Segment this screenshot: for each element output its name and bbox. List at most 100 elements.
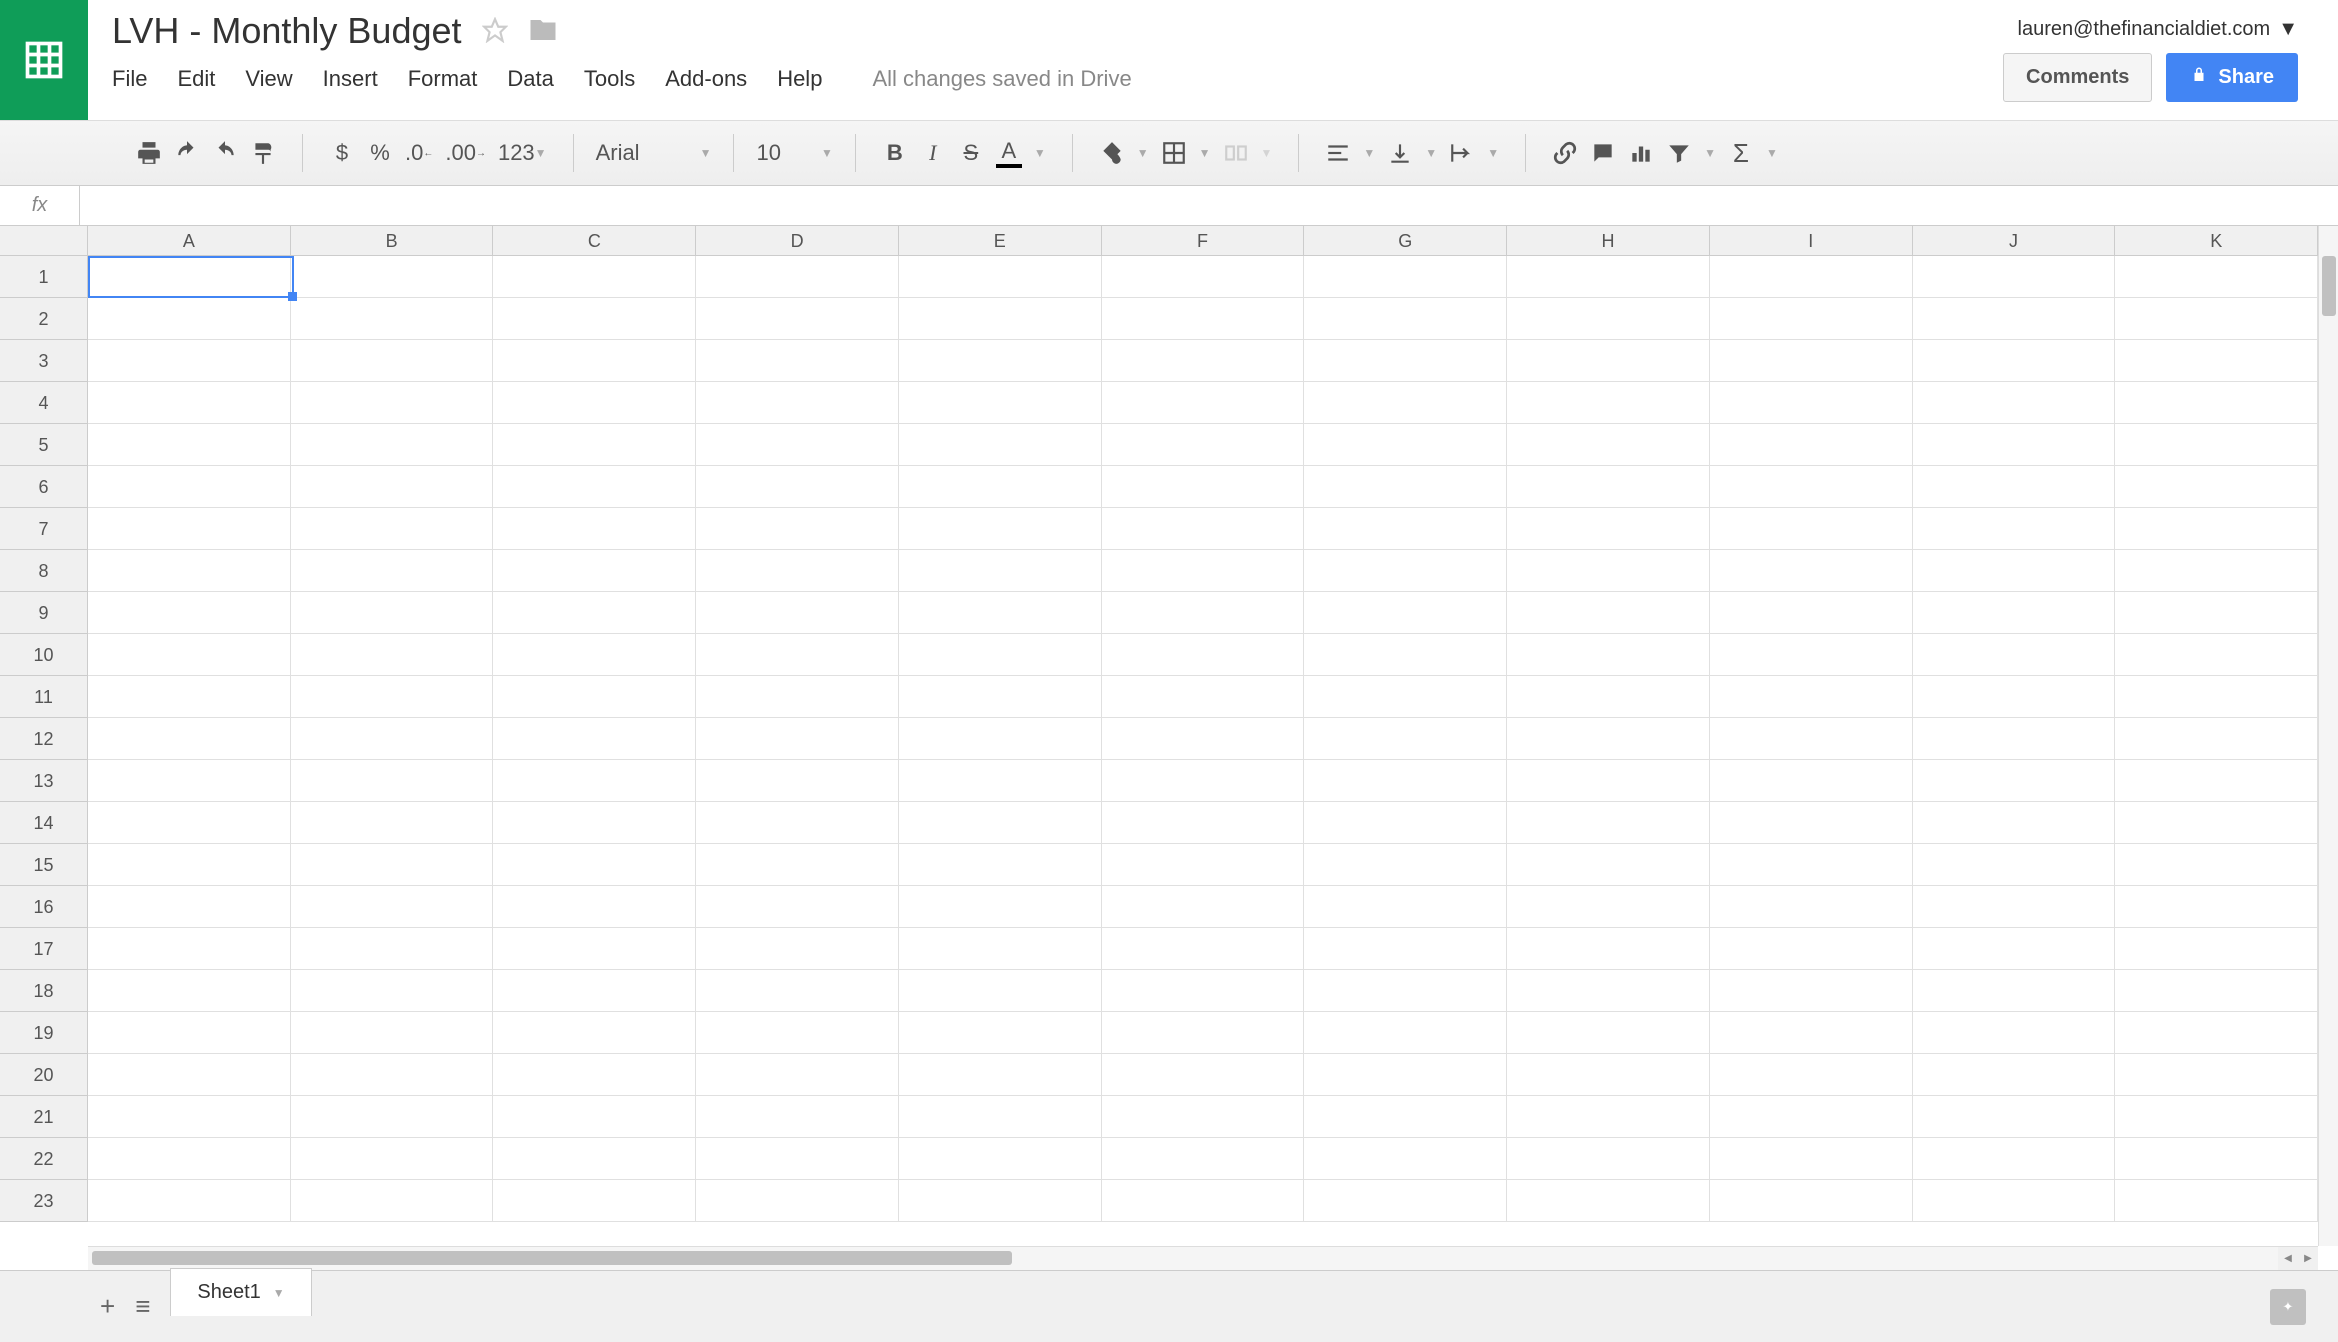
row-header[interactable]: 8: [0, 550, 87, 592]
cell[interactable]: [1710, 592, 1913, 634]
cell[interactable]: [696, 1054, 899, 1096]
folder-icon[interactable]: [528, 15, 558, 48]
cell[interactable]: [1507, 1012, 1710, 1054]
cell[interactable]: [88, 886, 291, 928]
cell[interactable]: [1710, 718, 1913, 760]
cell[interactable]: [2115, 424, 2318, 466]
row-header[interactable]: 11: [0, 676, 87, 718]
cell[interactable]: [2115, 802, 2318, 844]
add-sheet-button[interactable]: +: [100, 1291, 115, 1322]
row-header[interactable]: 20: [0, 1054, 87, 1096]
cell[interactable]: [1102, 1012, 1305, 1054]
cell[interactable]: [696, 382, 899, 424]
cell[interactable]: [1913, 928, 2116, 970]
cell[interactable]: [899, 508, 1102, 550]
cell[interactable]: [1304, 298, 1507, 340]
cell[interactable]: [291, 928, 494, 970]
cell[interactable]: [88, 256, 291, 298]
cell[interactable]: [493, 1096, 696, 1138]
cell[interactable]: [1913, 802, 2116, 844]
borders-dropdown-icon[interactable]: ▼: [1199, 146, 1211, 160]
cell[interactable]: [291, 550, 494, 592]
fill-dropdown-icon[interactable]: ▼: [1137, 146, 1149, 160]
cell[interactable]: [1102, 928, 1305, 970]
cell[interactable]: [1507, 970, 1710, 1012]
cell[interactable]: [493, 886, 696, 928]
cell[interactable]: [291, 298, 494, 340]
cell[interactable]: [291, 466, 494, 508]
row-header[interactable]: 17: [0, 928, 87, 970]
cell[interactable]: [2115, 550, 2318, 592]
cell[interactable]: [493, 340, 696, 382]
cell[interactable]: [1507, 340, 1710, 382]
cell[interactable]: [1304, 928, 1507, 970]
cell[interactable]: [1304, 634, 1507, 676]
cell[interactable]: [291, 760, 494, 802]
cell[interactable]: [1913, 844, 2116, 886]
row-header[interactable]: 9: [0, 592, 87, 634]
cell[interactable]: [1304, 340, 1507, 382]
cell[interactable]: [1507, 382, 1710, 424]
menu-format[interactable]: Format: [408, 66, 478, 92]
cell[interactable]: [2115, 298, 2318, 340]
cell[interactable]: [1507, 1180, 1710, 1222]
horizontal-scrollbar[interactable]: [88, 1246, 2278, 1270]
cell[interactable]: [493, 844, 696, 886]
cell[interactable]: [493, 718, 696, 760]
cell[interactable]: [291, 970, 494, 1012]
cell[interactable]: [493, 760, 696, 802]
cell[interactable]: [493, 802, 696, 844]
cell[interactable]: [1102, 970, 1305, 1012]
merge-cells-icon[interactable]: [1223, 138, 1249, 168]
cell[interactable]: [899, 802, 1102, 844]
cell[interactable]: [899, 550, 1102, 592]
paint-format-icon[interactable]: [250, 138, 276, 168]
cell[interactable]: [493, 508, 696, 550]
cell[interactable]: [899, 424, 1102, 466]
vscroll-thumb[interactable]: [2322, 256, 2336, 316]
cell[interactable]: [291, 1054, 494, 1096]
sheet-tab-dropdown-icon[interactable]: ▼: [273, 1286, 285, 1300]
user-account[interactable]: lauren@thefinancialdiet.com ▼: [2018, 18, 2298, 41]
cell[interactable]: [2115, 1054, 2318, 1096]
bold-button[interactable]: B: [882, 138, 908, 168]
cell[interactable]: [1913, 1054, 2116, 1096]
cell[interactable]: [291, 1012, 494, 1054]
text-color-button[interactable]: A: [996, 138, 1022, 168]
cell[interactable]: [1710, 550, 1913, 592]
row-header[interactable]: 22: [0, 1138, 87, 1180]
row-header[interactable]: 18: [0, 970, 87, 1012]
borders-icon[interactable]: [1161, 138, 1187, 168]
cell[interactable]: [493, 298, 696, 340]
cell[interactable]: [1507, 1054, 1710, 1096]
cell[interactable]: [88, 1012, 291, 1054]
menu-insert[interactable]: Insert: [323, 66, 378, 92]
font-select[interactable]: Arial ▼: [584, 121, 724, 185]
cell[interactable]: [291, 256, 494, 298]
cell[interactable]: [1102, 340, 1305, 382]
undo-icon[interactable]: [174, 138, 200, 168]
row-header[interactable]: 15: [0, 844, 87, 886]
cell[interactable]: [899, 466, 1102, 508]
cell[interactable]: [1710, 1054, 1913, 1096]
cell[interactable]: [2115, 970, 2318, 1012]
cell[interactable]: [2115, 844, 2318, 886]
cell[interactable]: [2115, 676, 2318, 718]
cell[interactable]: [1507, 424, 1710, 466]
cell[interactable]: [291, 508, 494, 550]
cell[interactable]: [1102, 508, 1305, 550]
cell[interactable]: [1710, 298, 1913, 340]
row-header[interactable]: 14: [0, 802, 87, 844]
cell[interactable]: [291, 340, 494, 382]
row-header[interactable]: 10: [0, 634, 87, 676]
cells-area[interactable]: [88, 256, 2318, 1246]
cell[interactable]: [1102, 760, 1305, 802]
cell[interactable]: [1304, 466, 1507, 508]
cell[interactable]: [1507, 634, 1710, 676]
cell[interactable]: [291, 424, 494, 466]
cell[interactable]: [291, 676, 494, 718]
cell[interactable]: [899, 256, 1102, 298]
comments-button[interactable]: Comments: [2003, 53, 2152, 102]
cell[interactable]: [2115, 256, 2318, 298]
cell[interactable]: [1507, 1096, 1710, 1138]
